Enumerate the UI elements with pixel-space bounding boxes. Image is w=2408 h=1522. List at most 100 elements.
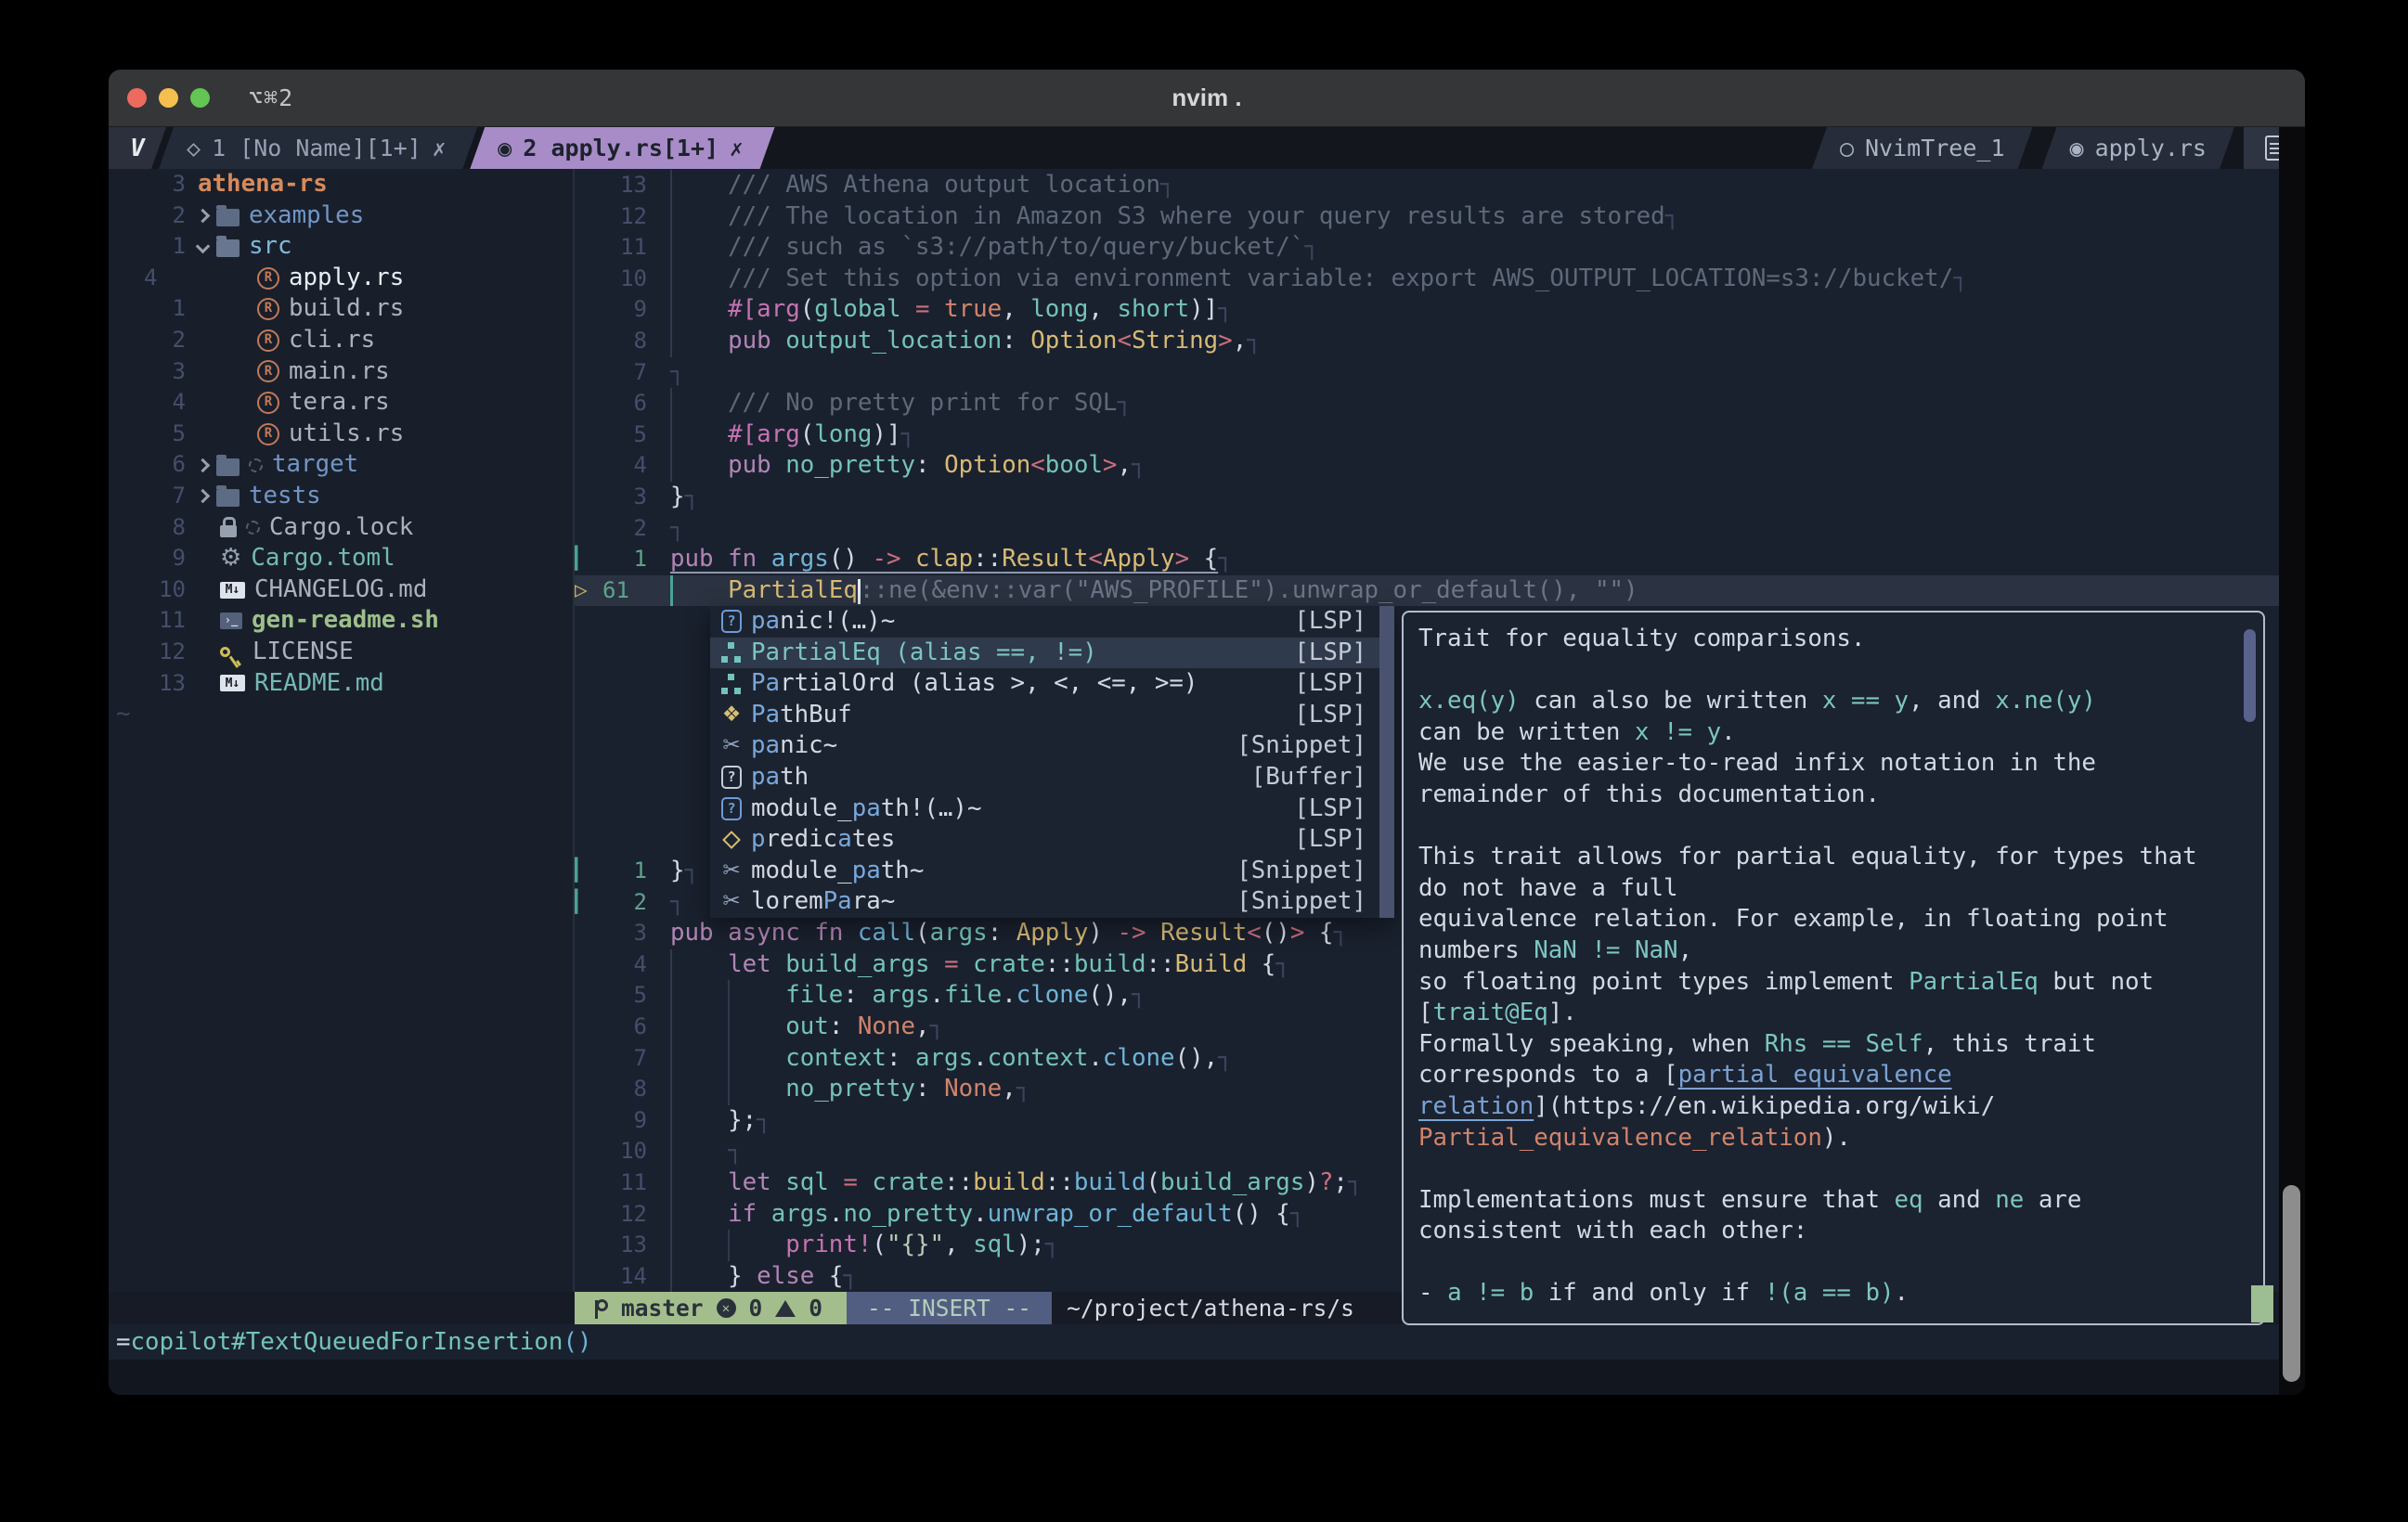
tab-1-No-Name-1-[interactable]: ◇1 [No Name][1+]✗ (159, 127, 477, 169)
sign-column (575, 1105, 599, 1137)
completion-item[interactable]: ❖PathBuf[LSP] (710, 700, 1394, 731)
line-number: 61 (599, 575, 656, 607)
doc-scrollbar-thumb[interactable] (2244, 629, 2256, 722)
wintab-NvimTree_1[interactable]: ○NvimTree_1 (1812, 127, 2033, 169)
code-line[interactable]: 12 /// The location in Amazon S3 where y… (575, 201, 2279, 233)
wintab-apply-rs[interactable]: ◉apply.rs (2042, 127, 2234, 169)
sign-column (575, 793, 599, 825)
tree-item-src[interactable]: 1src (109, 231, 573, 263)
doc-line: Trait for equality comparisons. (1418, 624, 2263, 655)
tree-item-cli-rs[interactable]: 2Rcli.rs (109, 325, 573, 356)
tree-item-LICENSE[interactable]: 12 LICENSE (109, 637, 573, 668)
line-number: 9 (599, 1105, 656, 1137)
code-token: but not (2039, 968, 2154, 996)
code-token: output_location (785, 327, 1002, 355)
tree-item-athena-rs[interactable]: 3athena-rs (109, 169, 573, 200)
snippet-icon: ✂ (722, 856, 740, 887)
completion-label: module_path!(…)~ (751, 793, 982, 825)
tree-item-CHANGELOG-md[interactable]: 10M↓CHANGELOG.md (109, 574, 573, 606)
completion-item[interactable]: predicates[LSP] (710, 824, 1394, 856)
tree-line-number: 12 (109, 637, 186, 668)
code-token: )] (872, 420, 900, 448)
code-line[interactable]: 10 /// Set this option via environment v… (575, 264, 2279, 295)
code-line[interactable]: 6 /// No pretty print for SQL┐ (575, 388, 2279, 419)
tab-2-apply-rs-1-[interactable]: ◉2 apply.rs[1+]✗ (470, 127, 774, 169)
terminal-padding (109, 1360, 2279, 1395)
command-line[interactable]: =copilot#TextQueuedForInsertion() (109, 1324, 2279, 1360)
completion-item[interactable]: PartialOrd (alias >, <, <=, >=)[LSP] (710, 668, 1394, 700)
code-line[interactable]: ▷61 PartialEq::ne(&env::var("AWS_PROFILE… (575, 575, 2279, 607)
code-token: , and (1909, 687, 1995, 715)
code-token: , this trait (1923, 1030, 2096, 1058)
completion-label: panic!(…)~ (751, 606, 895, 638)
line-number (599, 638, 656, 669)
line-number: 12 (599, 1199, 656, 1231)
doc-line: numbers NaN != NaN, (1418, 935, 2263, 967)
tree-item-examples[interactable]: 2examples (109, 200, 573, 232)
tree-item-README-md[interactable]: 13M↓README.md (109, 668, 573, 700)
tree-item-label: Cargo.toml (251, 543, 395, 574)
completion-item[interactable]: ✂module_path~[Snippet] (710, 856, 1394, 887)
doc-line: - a != b if and only if !(a == b). (1418, 1278, 2263, 1309)
code-line[interactable]: 7┐ (575, 357, 2279, 389)
completion-item[interactable]: ?module_path!(…)~[LSP] (710, 793, 1394, 825)
code-line[interactable]: 3}┐ (575, 482, 2279, 513)
code-line[interactable]: 2┐ (575, 513, 2279, 545)
tree-item-gen-readme-sh[interactable]: 11›_gen-readme.sh (109, 605, 573, 637)
code-token: . (930, 981, 945, 1009)
sign-column (575, 918, 599, 949)
completion-item[interactable]: PartialEq (alias ==, !=)[LSP] (710, 638, 1394, 669)
completion-item[interactable]: ?path[Buffer] (710, 762, 1394, 793)
tree-item-target[interactable]: 6target (109, 449, 573, 481)
tree-item-Cargo-lock[interactable]: 8Cargo.lock (109, 512, 573, 544)
tree-item-utils-rs[interactable]: 5Rutils.rs (109, 419, 573, 450)
code-line[interactable]: 4 pub no_pretty: Option<bool>,┐ (575, 450, 2279, 482)
code-token: = (829, 1168, 873, 1196)
tree-line-number: 7 (109, 481, 186, 512)
completion-scrollbar[interactable] (1379, 606, 1394, 918)
close-tab-icon[interactable]: ✗ (730, 135, 743, 161)
code-token: pa (751, 607, 780, 635)
selected-radio-icon: ◉ (498, 135, 511, 161)
code-token: Apply (1103, 545, 1175, 573)
code-line[interactable]: 11 /// such as `s3://path/to/query/bucke… (575, 232, 2279, 264)
code-token: context (785, 1044, 887, 1072)
code-line[interactable]: 9 #[arg(global = true, long, short)]┐ (575, 294, 2279, 326)
warning-count: 0 (809, 1295, 822, 1322)
chevron-right-icon (196, 458, 211, 472)
code-token: Trait for equality comparisons. (1418, 625, 1865, 652)
tree-item-tera-rs[interactable]: 4Rtera.rs (109, 387, 573, 419)
code-line[interactable]: ▎1pub fn args() -> clap::Result<Apply> {… (575, 544, 2279, 575)
code-token (670, 1043, 728, 1075)
line-number: 6 (599, 1012, 656, 1043)
tree-item-apply-rs[interactable]: 4Rapply.rs (109, 263, 573, 294)
code-line[interactable]: 8 pub output_location: Option<String>,┐ (575, 326, 2279, 357)
tab-label: 1 [No Name][1+] (212, 135, 421, 161)
code-token: p (751, 825, 766, 853)
terminal-scrollbar-thumb[interactable] (2283, 1185, 2300, 1382)
tree-line-number: 3 (109, 356, 186, 388)
close-tab-icon[interactable]: ✗ (433, 135, 446, 161)
code-token: unwrap_or_default (988, 1200, 1233, 1228)
tree-item-Cargo-toml[interactable]: 9⚙Cargo.toml (109, 543, 573, 574)
completion-item[interactable]: ✂panic~[Snippet] (710, 730, 1394, 762)
completion-item[interactable]: ✂loremPara~[Snippet] (710, 886, 1394, 918)
tree-item-tests[interactable]: 7tests (109, 481, 573, 512)
code-token: do not have a full (1418, 874, 1678, 902)
line-number: 3 (599, 482, 656, 513)
tree-item-label: LICENSE (252, 637, 354, 668)
tree-item-main-rs[interactable]: 3Rmain.rs (109, 356, 573, 388)
tree-item-build-rs[interactable]: 1Rbuild.rs (109, 293, 573, 325)
doc-line: can be written x != y. (1418, 717, 2263, 749)
completion-item[interactable]: ?panic!(…)~[LSP] (710, 606, 1394, 638)
code-line[interactable]: 5 #[arg(long)]┐ (575, 419, 2279, 451)
code-token: . (1088, 1044, 1103, 1072)
code-token: crate (973, 950, 1045, 978)
sign-column (575, 606, 599, 638)
code-token: build (973, 1168, 1045, 1196)
code-token: /// The location in Amazon S3 where your… (728, 202, 1665, 230)
doc-line: Formally speaking, when Rhs == Self, thi… (1418, 1029, 2263, 1061)
line-number (599, 700, 656, 731)
code-line[interactable]: 13 /// AWS Athena output location┐ (575, 170, 2279, 201)
code-token: ( (800, 295, 815, 323)
